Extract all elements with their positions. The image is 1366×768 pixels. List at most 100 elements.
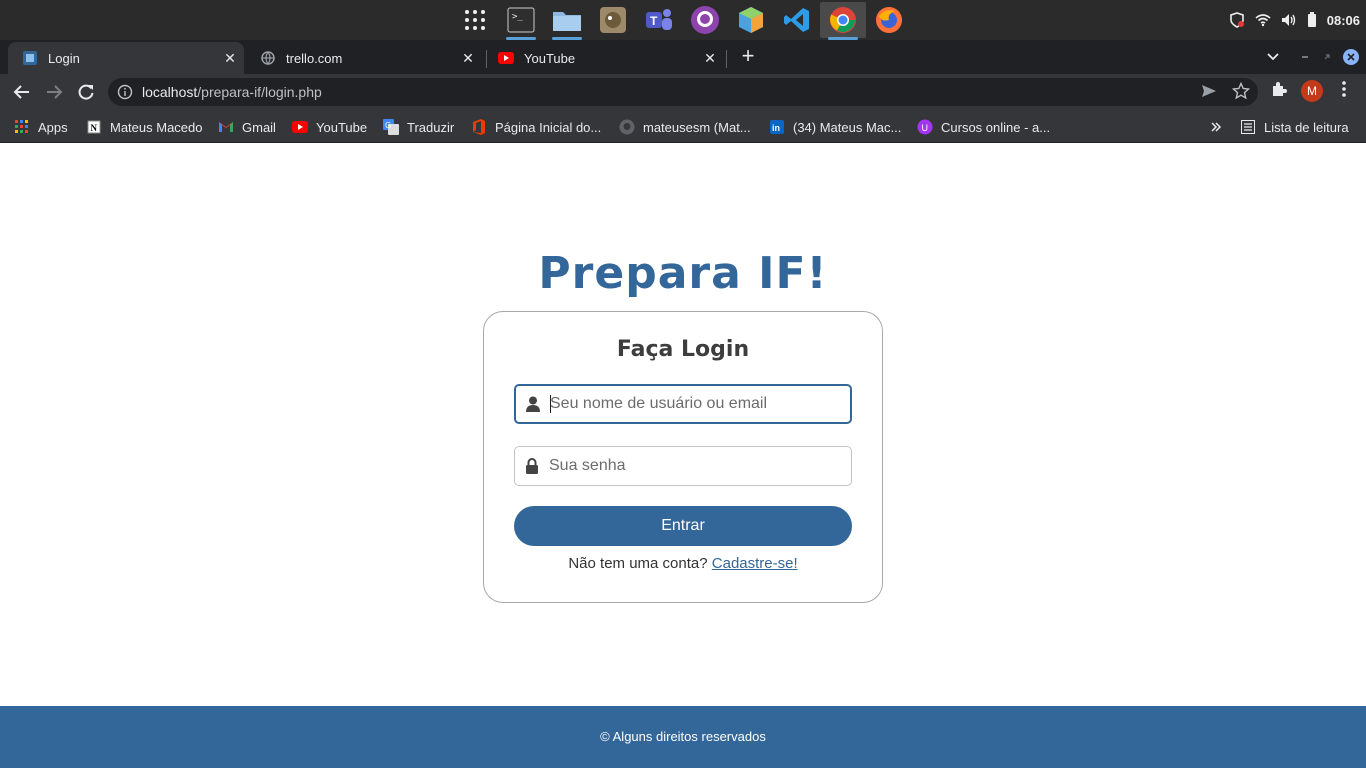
bookmark-label: Traduzir [407, 119, 455, 135]
terminal-icon[interactable]: >_ [498, 2, 544, 40]
apps-icon [14, 119, 30, 135]
bookmarks-bar: Apps N Mateus Macedo Gmail YouTube G Tra… [0, 110, 1366, 143]
close-window-icon[interactable] [1342, 40, 1360, 74]
bookmark-linkedin[interactable]: in (34) Mateus Mac... [769, 116, 901, 138]
gimp-icon[interactable] [590, 2, 636, 38]
send-tab-icon[interactable] [1200, 82, 1218, 105]
gmail-icon [218, 119, 234, 135]
password-input[interactable] [549, 457, 839, 475]
password-field[interactable] [514, 446, 852, 486]
chrome-icon[interactable] [820, 2, 866, 40]
bookmark-youtube[interactable]: YouTube [292, 116, 367, 138]
bookmark-translate[interactable]: G Traduzir [383, 116, 454, 138]
reload-icon[interactable] [74, 80, 98, 104]
tab-youtube[interactable]: YouTube ✕ [484, 42, 724, 74]
menu-kebab-icon[interactable] [1338, 80, 1350, 98]
login-card: Faça Login Entrar Não tem uma conta? Cad… [483, 311, 883, 603]
user-icon [516, 396, 550, 412]
svg-text:G: G [385, 121, 391, 130]
tab-trello[interactable]: trello.com ✕ [246, 42, 482, 74]
username-input[interactable] [550, 395, 840, 413]
bookmark-label: Página Inicial do... [495, 119, 602, 135]
translate-icon: G [383, 119, 399, 135]
vscode-icon[interactable] [774, 2, 820, 38]
reading-list-label: Lista de leitura [1264, 119, 1349, 135]
new-tab-button[interactable]: + [736, 45, 760, 69]
svg-text:U: U [922, 123, 929, 133]
youtube-icon [498, 50, 514, 66]
youtube-icon [292, 119, 308, 135]
info-icon[interactable] [108, 84, 142, 100]
username-field[interactable] [514, 384, 852, 424]
github-icon [619, 119, 635, 135]
tab-separator [726, 50, 727, 68]
reading-list-icon [1240, 119, 1256, 135]
tab-login[interactable]: Login ✕ [8, 42, 244, 74]
signup-prompt-text: Não tem uma conta? [568, 555, 708, 572]
bookmark-gmail[interactable]: Gmail [218, 116, 276, 138]
address-bar[interactable]: localhost/prepara-if/login.php [108, 78, 1258, 106]
bookmark-apps[interactable]: Apps [14, 116, 68, 138]
apps-grid-icon[interactable] [452, 2, 498, 38]
bookmark-label: Cursos online - a... [941, 119, 1051, 135]
volume-icon[interactable] [1281, 13, 1297, 27]
close-icon[interactable]: ✕ [702, 50, 718, 66]
wifi-icon[interactable] [1255, 13, 1271, 27]
signup-prompt: Não tem uma conta? Cadastre-se! [484, 555, 882, 572]
bookmark-office[interactable]: Página Inicial do... [471, 116, 601, 138]
tab-label: YouTube [524, 50, 576, 66]
footer: © Alguns direitos reservados [0, 706, 1366, 768]
brand-title: Prepara IF! [538, 248, 828, 299]
bookmark-udemy[interactable]: U Cursos online - a... [917, 116, 1050, 138]
bookmark-label: Apps [38, 119, 68, 135]
page-content: Prepara IF! Faça Login Entrar Não tem um… [0, 144, 1366, 706]
url-text[interactable]: localhost/prepara-if/login.php [142, 84, 322, 100]
svg-text:T: T [650, 14, 658, 28]
tab-search-icon[interactable] [1266, 40, 1280, 74]
avatar[interactable]: M [1301, 80, 1323, 102]
bookmark-label: YouTube [316, 119, 368, 135]
firefox-icon[interactable] [866, 2, 912, 38]
signup-link[interactable]: Cadastre-se! [712, 555, 798, 572]
linkedin-icon: in [769, 119, 785, 135]
bookmark-label: Gmail [242, 119, 276, 135]
forward-icon[interactable] [42, 80, 66, 104]
url-host: localhost [142, 84, 198, 100]
bookmark-notion[interactable]: N Mateus Macedo [86, 116, 203, 138]
clock[interactable]: 08:06 [1327, 13, 1360, 28]
bookmark-label: (34) Mateus Mac... [793, 119, 902, 135]
tab-label: Login [48, 50, 80, 66]
browser-toolbar: localhost/prepara-if/login.php M [0, 74, 1366, 110]
office-icon [471, 119, 487, 135]
teams-icon[interactable]: T [636, 2, 682, 38]
page-favicon [22, 50, 38, 66]
close-icon[interactable]: ✕ [460, 50, 476, 66]
reading-list-button[interactable]: Lista de leitura [1240, 116, 1349, 138]
lock-icon [515, 458, 549, 474]
github-icon[interactable] [682, 2, 728, 38]
tab-strip: Login ✕ trello.com ✕ YouTube ✕ [0, 40, 1366, 74]
avatar-letter: M [1301, 80, 1323, 102]
back-icon[interactable] [10, 80, 34, 104]
tab-label: trello.com [286, 50, 343, 66]
extensions-icon[interactable] [1270, 80, 1288, 98]
svg-text:N: N [91, 123, 98, 133]
files-icon[interactable] [544, 2, 590, 40]
svg-text:>_: >_ [512, 12, 523, 22]
battery-icon[interactable] [1307, 12, 1317, 28]
bookmarks-overflow-icon[interactable] [1210, 116, 1222, 138]
bookmark-label: Mateus Macedo [110, 119, 203, 135]
svg-text:in: in [772, 123, 780, 133]
bookmark-star-icon[interactable] [1231, 81, 1251, 105]
shield-icon[interactable] [1229, 12, 1245, 28]
bookmark-label: mateusesm (Mat... [643, 119, 751, 135]
globe-icon [260, 50, 276, 66]
login-button[interactable]: Entrar [514, 506, 852, 546]
notion-icon: N [86, 119, 102, 135]
minimize-icon[interactable] [1300, 40, 1310, 74]
maximize-icon[interactable] [1322, 40, 1332, 74]
udemy-icon: U [917, 119, 933, 135]
bookmark-github[interactable]: mateusesm (Mat... [619, 116, 751, 138]
virtualbox-icon[interactable] [728, 2, 774, 38]
close-icon[interactable]: ✕ [222, 50, 238, 66]
